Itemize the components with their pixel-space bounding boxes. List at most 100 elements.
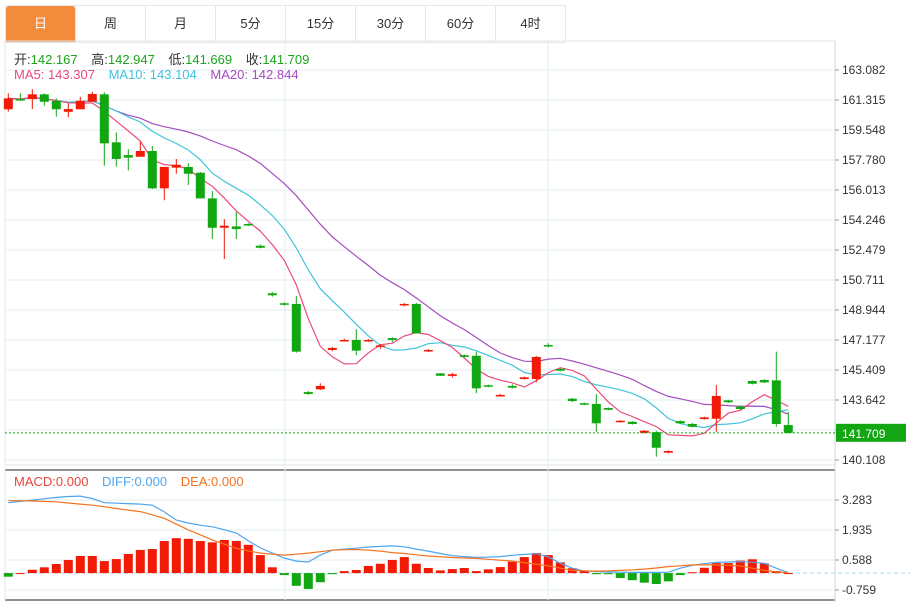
candle-up bbox=[171, 164, 181, 168]
main-panel-frame bbox=[4, 40, 836, 466]
open-label: 开: bbox=[14, 52, 31, 67]
macd-bar bbox=[27, 569, 37, 574]
macd-bar bbox=[111, 559, 121, 574]
candle-down bbox=[603, 408, 613, 410]
dea-value: DEA:0.000 bbox=[180, 474, 244, 489]
candle-down bbox=[207, 198, 217, 228]
candle-down bbox=[543, 345, 553, 347]
candle-down bbox=[591, 403, 601, 424]
macd-bar bbox=[339, 571, 349, 574]
candle-down bbox=[459, 355, 469, 357]
candle-up bbox=[495, 394, 505, 397]
candle-up bbox=[87, 93, 97, 102]
candle-down bbox=[627, 421, 637, 424]
candle-down bbox=[651, 432, 661, 448]
candle-up bbox=[375, 345, 385, 347]
candle-up bbox=[663, 450, 673, 453]
open-value: 142.167 bbox=[30, 52, 78, 67]
candle-up bbox=[27, 94, 37, 100]
high-value: 142.947 bbox=[107, 52, 155, 67]
candle-down bbox=[471, 355, 481, 389]
candle-down bbox=[303, 392, 313, 394]
candle-down bbox=[243, 224, 253, 226]
macd-bar bbox=[75, 555, 85, 574]
ohlc-legend: 开:142.167 高:142.947 低:141.669 收:141.709 bbox=[14, 49, 319, 68]
ma5-value: MA5: 143.307 bbox=[14, 67, 95, 82]
macd-bar bbox=[183, 538, 193, 574]
candle-up bbox=[135, 151, 145, 157]
macd-bar bbox=[699, 567, 709, 574]
candle-up bbox=[423, 349, 433, 352]
candle-up bbox=[327, 347, 337, 350]
ma20-value: MA20: 142.844 bbox=[210, 67, 299, 82]
macd-bar bbox=[171, 538, 181, 574]
price-tick-label: 154.246 bbox=[842, 213, 886, 227]
candle-down bbox=[351, 339, 361, 351]
macd-tick-label: 1.935 bbox=[842, 523, 872, 537]
macd-bar bbox=[471, 571, 481, 574]
price-tick-label: 148.944 bbox=[842, 303, 886, 317]
price-tick-label: 157.780 bbox=[842, 153, 886, 167]
ma10-value: MA10: 143.104 bbox=[108, 67, 197, 82]
candle-down bbox=[723, 400, 733, 403]
ma10-line bbox=[8, 96, 789, 429]
candle-down bbox=[111, 142, 121, 159]
macd-bar bbox=[591, 573, 601, 575]
candle-down bbox=[99, 94, 109, 144]
macd-bar bbox=[39, 567, 49, 574]
macd-bar bbox=[411, 563, 421, 574]
macd-bar bbox=[615, 573, 625, 578]
macd-legend: MACD:0.000 DIFF:0.000 DEA:0.000 bbox=[14, 474, 254, 489]
macd-bar bbox=[3, 573, 13, 577]
candle-down bbox=[267, 293, 277, 296]
macd-tick-label: 3.283 bbox=[842, 493, 872, 507]
candle-up bbox=[399, 303, 409, 306]
candle-down bbox=[411, 303, 421, 334]
price-tick-label: 161.315 bbox=[842, 93, 886, 107]
macd-bar bbox=[159, 541, 169, 574]
macd-bar bbox=[279, 573, 289, 576]
macd-bar bbox=[375, 563, 385, 574]
macd-bar bbox=[195, 541, 205, 574]
candle-down bbox=[567, 398, 577, 402]
candle-up bbox=[63, 109, 73, 112]
candle-down bbox=[51, 100, 61, 110]
macd-bar bbox=[747, 559, 757, 574]
candle-down bbox=[279, 303, 289, 305]
candle-down bbox=[675, 421, 685, 424]
candle-down bbox=[195, 172, 205, 199]
candle-down bbox=[183, 166, 193, 174]
macd-bar bbox=[351, 569, 361, 574]
macd-bar bbox=[267, 567, 277, 574]
ma5-line bbox=[8, 96, 789, 437]
candle-down bbox=[747, 381, 757, 384]
close-label: 收: bbox=[245, 52, 263, 67]
candle-down bbox=[147, 151, 157, 189]
candle-down bbox=[15, 99, 25, 101]
macd-tick-label: -0.759 bbox=[842, 583, 876, 597]
candle-down bbox=[735, 406, 745, 410]
candle-down bbox=[255, 245, 265, 248]
price-tick-label: 147.177 bbox=[842, 333, 886, 347]
candle-down bbox=[771, 380, 781, 424]
macd-value: MACD:0.000 bbox=[14, 474, 89, 489]
macd-bar bbox=[639, 573, 649, 583]
candle-up bbox=[531, 356, 541, 379]
macd-bar bbox=[483, 569, 493, 574]
macd-bar bbox=[207, 542, 217, 574]
candle-down bbox=[555, 368, 565, 371]
macd-bar bbox=[315, 573, 325, 583]
low-label: 低: bbox=[168, 52, 186, 67]
candle-down bbox=[507, 385, 517, 388]
candle-down bbox=[231, 226, 241, 230]
ma-legend: MA5: 143.307 MA10: 143.104 MA20: 142.844 bbox=[14, 67, 309, 82]
macd-bar bbox=[435, 570, 445, 574]
current-price-label: 141.709 bbox=[842, 427, 886, 441]
candle-up bbox=[159, 166, 169, 189]
macd-bar bbox=[291, 573, 301, 586]
macd-bar bbox=[123, 553, 133, 574]
kline-chart[interactable]: 163.082 161.315 159.548 157.780 156.013 154.2… bbox=[0, 0, 910, 602]
candle-up bbox=[447, 374, 457, 376]
macd-bar bbox=[723, 563, 733, 574]
macd-bar bbox=[51, 563, 61, 574]
